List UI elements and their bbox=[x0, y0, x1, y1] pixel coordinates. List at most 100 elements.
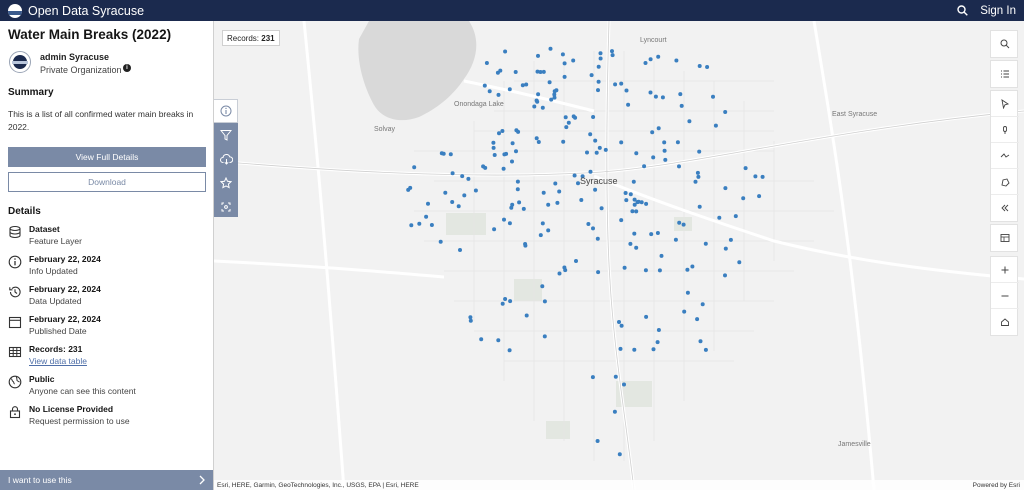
water-main-break-point[interactable] bbox=[562, 265, 567, 270]
water-main-break-point[interactable] bbox=[634, 209, 639, 214]
water-main-break-point[interactable] bbox=[482, 83, 487, 88]
water-main-break-point[interactable] bbox=[681, 222, 686, 227]
water-main-break-point[interactable] bbox=[678, 92, 683, 97]
water-main-break-point[interactable] bbox=[737, 260, 742, 265]
water-main-break-point[interactable] bbox=[630, 209, 635, 214]
water-main-break-point[interactable] bbox=[619, 218, 624, 223]
map-view[interactable]: Lyncourt Onondaga Lake Solvay Syracuse E… bbox=[214, 21, 1024, 490]
water-main-break-point[interactable] bbox=[679, 103, 684, 108]
water-main-break-point[interactable] bbox=[553, 181, 558, 186]
water-main-break-point[interactable] bbox=[536, 92, 541, 97]
water-main-break-point[interactable] bbox=[631, 179, 636, 184]
water-main-break-point[interactable] bbox=[705, 65, 710, 69]
water-main-break-point[interactable] bbox=[504, 151, 509, 156]
water-main-break-point[interactable] bbox=[596, 88, 600, 93]
water-main-break-point[interactable] bbox=[448, 152, 453, 157]
water-main-break-point[interactable] bbox=[562, 61, 567, 66]
water-main-break-point[interactable] bbox=[741, 196, 746, 201]
water-main-break-point[interactable] bbox=[450, 200, 455, 204]
water-main-break-point[interactable] bbox=[574, 259, 578, 263]
water-main-break-point[interactable] bbox=[648, 57, 653, 62]
water-main-break-point[interactable] bbox=[538, 70, 543, 74]
water-main-break-point[interactable] bbox=[508, 299, 513, 304]
water-main-break-point[interactable] bbox=[409, 223, 414, 228]
water-main-break-point[interactable] bbox=[639, 200, 644, 205]
attribute-table-button[interactable] bbox=[991, 225, 1019, 251]
water-main-break-point[interactable] bbox=[593, 138, 598, 143]
water-main-break-point[interactable] bbox=[498, 68, 503, 73]
water-main-break-point[interactable] bbox=[697, 149, 702, 154]
water-main-break-point[interactable] bbox=[642, 164, 647, 169]
water-main-break-point[interactable] bbox=[655, 340, 660, 345]
water-main-break-point[interactable] bbox=[497, 131, 501, 136]
water-main-break-point[interactable] bbox=[542, 299, 547, 304]
water-main-break-point[interactable] bbox=[514, 128, 519, 133]
info-tool[interactable] bbox=[214, 99, 238, 123]
water-main-break-point[interactable] bbox=[622, 265, 627, 270]
water-main-break-point[interactable] bbox=[675, 140, 680, 145]
water-main-break-point[interactable] bbox=[717, 215, 722, 220]
water-main-break-point[interactable] bbox=[468, 318, 473, 323]
view-full-details-button[interactable]: View Full Details bbox=[8, 147, 206, 167]
water-main-break-point[interactable] bbox=[673, 237, 678, 242]
water-main-break-point[interactable] bbox=[612, 409, 617, 414]
water-main-break-point[interactable] bbox=[517, 200, 522, 205]
water-main-break-point[interactable] bbox=[595, 236, 600, 241]
water-main-break-point[interactable] bbox=[520, 83, 525, 88]
water-main-break-point[interactable] bbox=[538, 233, 543, 238]
water-main-break-point[interactable] bbox=[546, 228, 551, 233]
water-main-break-point[interactable] bbox=[496, 92, 501, 97]
water-main-break-point[interactable] bbox=[634, 245, 639, 250]
water-main-break-point[interactable] bbox=[510, 202, 515, 207]
water-main-break-point[interactable] bbox=[462, 193, 467, 198]
water-main-break-point[interactable] bbox=[622, 382, 626, 387]
water-main-break-point[interactable] bbox=[438, 239, 443, 244]
sign-in-link[interactable]: Sign In bbox=[980, 5, 1016, 17]
water-main-break-point[interactable] bbox=[492, 153, 497, 157]
site-title[interactable]: Open Data Syracuse bbox=[28, 4, 144, 18]
water-main-break-point[interactable] bbox=[619, 140, 624, 145]
water-main-break-point[interactable] bbox=[596, 64, 601, 69]
home-button[interactable] bbox=[991, 309, 1019, 335]
water-main-break-point[interactable] bbox=[500, 301, 505, 306]
water-main-break-point[interactable] bbox=[723, 246, 728, 251]
water-main-break-point[interactable] bbox=[590, 375, 595, 380]
water-main-break-point[interactable] bbox=[687, 119, 692, 124]
water-main-break-point[interactable] bbox=[610, 49, 614, 54]
water-main-break-point[interactable] bbox=[628, 192, 633, 197]
water-main-break-point[interactable] bbox=[426, 201, 430, 206]
water-main-break-point[interactable] bbox=[723, 186, 728, 191]
select-tool-button[interactable] bbox=[991, 91, 1019, 117]
water-main-break-point[interactable] bbox=[514, 149, 518, 154]
water-main-break-point[interactable] bbox=[690, 264, 695, 269]
water-main-break-point[interactable] bbox=[713, 123, 718, 128]
water-main-break-point[interactable] bbox=[468, 315, 473, 320]
water-main-break-point[interactable] bbox=[563, 115, 568, 120]
water-main-break-point[interactable] bbox=[554, 88, 559, 93]
water-main-break-point[interactable] bbox=[496, 338, 501, 343]
water-main-break-point[interactable] bbox=[507, 221, 512, 226]
water-main-break-point[interactable] bbox=[677, 164, 681, 169]
water-main-break-point[interactable] bbox=[723, 273, 727, 278]
water-main-break-point[interactable] bbox=[571, 114, 576, 119]
share-tool[interactable] bbox=[214, 195, 238, 219]
water-main-break-point[interactable] bbox=[487, 89, 492, 94]
water-main-break-point[interactable] bbox=[501, 166, 506, 171]
water-main-break-point[interactable] bbox=[700, 302, 705, 307]
water-main-break-point[interactable] bbox=[644, 201, 649, 206]
water-main-break-point[interactable] bbox=[634, 151, 639, 156]
water-main-break-point[interactable] bbox=[599, 206, 604, 211]
water-main-break-point[interactable] bbox=[723, 110, 728, 114]
water-main-break-point[interactable] bbox=[617, 452, 622, 457]
water-main-break-point[interactable] bbox=[635, 200, 640, 205]
water-main-break-point[interactable] bbox=[597, 145, 602, 150]
water-main-break-point[interactable] bbox=[650, 130, 655, 135]
water-main-break-point[interactable] bbox=[466, 176, 471, 181]
i-want-to-use-this-button[interactable]: I want to use this bbox=[0, 470, 213, 490]
download-button[interactable]: Download bbox=[8, 172, 206, 192]
water-main-break-point[interactable] bbox=[644, 314, 649, 319]
water-main-break-point[interactable] bbox=[557, 271, 562, 276]
water-main-break-point[interactable] bbox=[586, 222, 591, 226]
water-main-break-point[interactable] bbox=[503, 297, 508, 301]
water-main-break-point[interactable] bbox=[564, 125, 569, 130]
